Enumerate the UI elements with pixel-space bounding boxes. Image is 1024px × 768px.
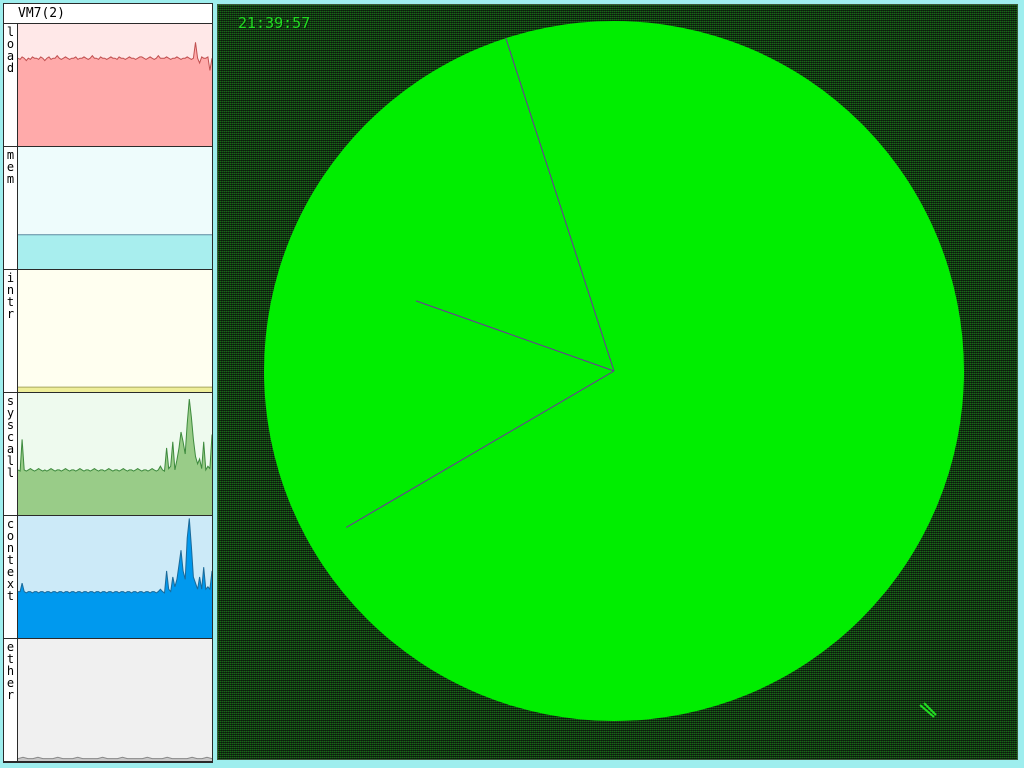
panel-area-syscall xyxy=(18,399,212,515)
panel-graph-load xyxy=(17,24,212,146)
panel-area-context xyxy=(18,518,212,638)
panel-area-ether xyxy=(18,757,212,761)
resize-grip-icon xyxy=(919,702,937,718)
panel-intr: intr xyxy=(4,270,212,393)
panel-context: context xyxy=(4,516,212,639)
panel-mem: mem xyxy=(4,147,212,270)
clock-face xyxy=(264,21,964,721)
panel-label-mem: mem xyxy=(6,148,15,186)
clock-time: 21:39:57 xyxy=(238,14,311,32)
panel-label-intr: intr xyxy=(6,271,15,321)
panel-graph-mem xyxy=(17,147,212,269)
panel-area-intr xyxy=(18,387,212,392)
panel-syscall: syscall xyxy=(4,393,212,516)
panel-area-mem xyxy=(18,234,212,269)
panel-label-syscall: syscall xyxy=(6,394,15,480)
panel-graph-intr xyxy=(17,270,212,392)
panel-graph-context xyxy=(17,516,212,638)
clock-window[interactable]: 21:39:57 xyxy=(217,4,1018,760)
panel-label-ether: ether xyxy=(6,640,15,702)
panel-graph-ether xyxy=(17,639,212,761)
panel-label-context: context xyxy=(6,517,15,603)
stats-window[interactable]: VM7(2) load mem intr syscall context ether xyxy=(3,3,213,763)
panel-load: load xyxy=(4,24,212,147)
panel-graph-syscall xyxy=(17,393,212,515)
panel-label-load: load xyxy=(6,25,15,75)
panel-line-ether xyxy=(18,756,212,760)
stats-window-title: VM7(2) xyxy=(4,4,212,24)
panel-ether: ether xyxy=(4,639,212,762)
